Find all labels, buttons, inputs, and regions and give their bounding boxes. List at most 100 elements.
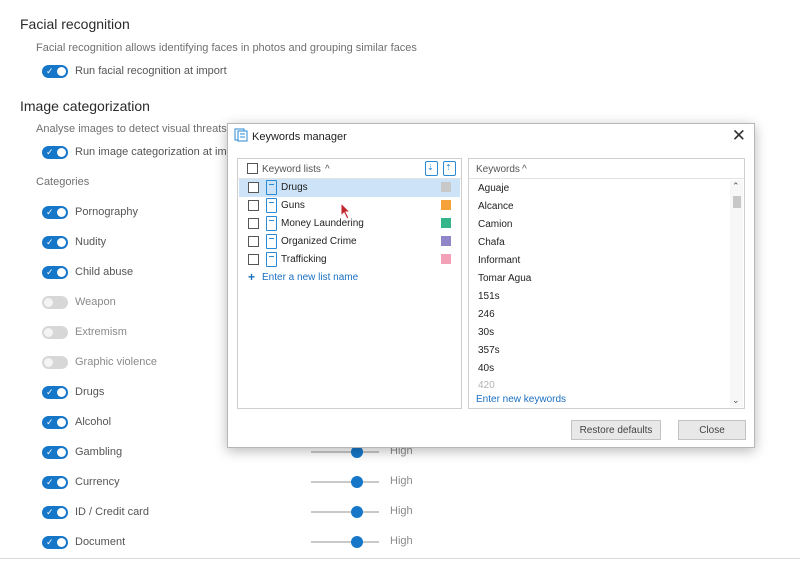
document-icon bbox=[266, 234, 277, 249]
sort-ascending-icon[interactable]: ^ bbox=[325, 164, 330, 175]
new-keywords-input[interactable]: Enter new keywords bbox=[476, 394, 566, 405]
category-toggle-nudity[interactable]: ✓ bbox=[42, 235, 68, 249]
keyword-item[interactable]: 40s bbox=[478, 363, 494, 374]
sort-ascending-icon[interactable]: ^ bbox=[522, 164, 527, 175]
keyword-list-item[interactable]: Trafficking bbox=[239, 251, 460, 269]
category-row-document: ✓ Document bbox=[42, 533, 125, 551]
sensitivity-slider-id-credit-card[interactable] bbox=[311, 506, 379, 518]
list-color-swatch[interactable] bbox=[441, 236, 451, 246]
category-toggle-child-abuse[interactable]: ✓ bbox=[42, 265, 68, 279]
facial-recognition-label: Run facial recognition at import bbox=[75, 65, 227, 77]
close-button[interactable]: Close bbox=[678, 420, 746, 440]
keyword-item[interactable]: Informant bbox=[478, 255, 520, 266]
image-categorization-toggle[interactable]: ✓ bbox=[42, 145, 68, 159]
category-label: Gambling bbox=[75, 446, 123, 458]
list-name: Guns bbox=[281, 200, 305, 211]
sensitivity-slider-currency[interactable] bbox=[311, 476, 379, 488]
category-label: Weapon bbox=[75, 296, 116, 308]
category-toggle-graphic-violence[interactable] bbox=[42, 355, 68, 369]
list-checkbox[interactable] bbox=[248, 236, 259, 247]
category-toggle-document[interactable]: ✓ bbox=[42, 535, 68, 549]
add-list-plus-icon[interactable]: + bbox=[248, 270, 255, 284]
list-checkbox[interactable] bbox=[248, 182, 259, 193]
image-categorization-label: Run image categorization at imp bbox=[75, 146, 233, 158]
category-toggle-gambling[interactable]: ✓ bbox=[42, 445, 68, 459]
category-label: Alcohol bbox=[75, 416, 112, 428]
restore-defaults-button[interactable]: Restore defaults bbox=[571, 420, 661, 440]
category-label: Child abuse bbox=[75, 266, 134, 278]
keyword-item[interactable]: Aguaje bbox=[478, 183, 509, 194]
keyword-item[interactable]: 246 bbox=[478, 309, 495, 320]
keyword-item[interactable]: Chafa bbox=[478, 237, 505, 248]
keywords-manager-dialog: Keywords manager ✕ Keyword lists ^ ⇣ ⇡ D… bbox=[227, 123, 755, 448]
slider-thumb[interactable] bbox=[351, 506, 363, 518]
keywords-header-label[interactable]: Keywords bbox=[476, 164, 520, 175]
slider-thumb[interactable] bbox=[351, 476, 363, 488]
sensitivity-label: High bbox=[390, 505, 413, 517]
list-color-swatch[interactable] bbox=[441, 200, 451, 210]
category-toggle-drugs[interactable]: ✓ bbox=[42, 385, 68, 399]
document-icon bbox=[266, 198, 277, 213]
facial-recognition-toggle[interactable]: ✓ bbox=[42, 64, 68, 78]
image-categorization-row: ✓ Run image categorization at imp bbox=[42, 143, 233, 161]
category-toggle-pornography[interactable]: ✓ bbox=[42, 205, 68, 219]
list-name: Drugs bbox=[281, 182, 308, 193]
keyword-item[interactable]: Camion bbox=[478, 219, 512, 230]
category-row-id-credit-card: ✓ ID / Credit card bbox=[42, 503, 149, 521]
export-list-icon[interactable]: ⇣ bbox=[425, 161, 438, 176]
scroll-up-icon[interactable]: ⌃ bbox=[732, 181, 740, 192]
document-icon bbox=[266, 252, 277, 267]
slider-thumb[interactable] bbox=[351, 536, 363, 548]
category-toggle-weapon[interactable] bbox=[42, 295, 68, 309]
category-toggle-id-credit-card[interactable]: ✓ bbox=[42, 505, 68, 519]
keyword-item[interactable]: 151s bbox=[478, 291, 500, 302]
keyword-item[interactable]: 357s bbox=[478, 345, 500, 356]
list-color-swatch[interactable] bbox=[441, 254, 451, 264]
category-row-nudity: ✓ Nudity bbox=[42, 233, 106, 251]
list-color-swatch[interactable] bbox=[441, 218, 451, 228]
mouse-cursor-icon bbox=[340, 202, 352, 220]
scroll-down-icon[interactable]: ⌄ bbox=[732, 395, 740, 406]
keyword-lists-header-label[interactable]: Keyword lists bbox=[262, 164, 321, 175]
sensitivity-slider-document[interactable] bbox=[311, 536, 379, 548]
document-icon bbox=[266, 216, 277, 231]
list-color-swatch[interactable] bbox=[441, 182, 451, 192]
keyword-list-item[interactable]: Drugs bbox=[239, 179, 460, 197]
category-label: Drugs bbox=[75, 386, 105, 398]
import-list-icon[interactable]: ⇡ bbox=[443, 161, 456, 176]
category-label: Pornography bbox=[75, 206, 138, 218]
sensitivity-slider-gambling[interactable] bbox=[311, 446, 379, 458]
keyword-item[interactable]: Tomar Agua bbox=[478, 273, 531, 284]
category-row-alcohol: ✓ Alcohol bbox=[42, 413, 111, 431]
category-toggle-currency[interactable]: ✓ bbox=[42, 475, 68, 489]
category-row-weapon: Weapon bbox=[42, 293, 116, 311]
image-categorization-description: Analyse images to detect visual threats bbox=[36, 123, 227, 135]
list-name: Trafficking bbox=[281, 254, 327, 265]
dialog-title: Keywords manager bbox=[252, 131, 347, 143]
keywords-header: Keywords ^ bbox=[469, 159, 744, 179]
facial-recognition-title: Facial recognition bbox=[20, 16, 130, 32]
sensitivity-label: High bbox=[390, 475, 413, 487]
category-row-extremism: Extremism bbox=[42, 323, 127, 341]
category-row-gambling: ✓ Gambling bbox=[42, 443, 122, 461]
list-checkbox[interactable] bbox=[248, 218, 259, 229]
category-label: Currency bbox=[75, 476, 120, 488]
keyword-list-item[interactable]: Organized Crime bbox=[239, 233, 460, 251]
category-row-child-abuse: ✓ Child abuse bbox=[42, 263, 133, 281]
select-all-lists-checkbox[interactable] bbox=[247, 163, 258, 174]
category-toggle-alcohol[interactable]: ✓ bbox=[42, 415, 68, 429]
category-label: Nudity bbox=[75, 236, 107, 248]
category-label: ID / Credit card bbox=[75, 506, 149, 518]
keywords-scrollbar[interactable]: ⌃ ⌄ bbox=[730, 180, 743, 407]
close-icon[interactable]: ✕ bbox=[732, 126, 746, 146]
new-list-name-input[interactable]: Enter a new list name bbox=[262, 272, 358, 283]
keyword-item[interactable]: Alcance bbox=[478, 201, 514, 212]
facial-recognition-row: ✓ Run facial recognition at import bbox=[42, 62, 227, 80]
category-toggle-extremism[interactable] bbox=[42, 325, 68, 339]
keyword-lists-panel: Keyword lists ^ ⇣ ⇡ Drugs Guns Money Lau… bbox=[237, 158, 462, 409]
keyword-item[interactable]: 30s bbox=[478, 327, 494, 338]
scrollbar-thumb[interactable] bbox=[733, 196, 741, 208]
list-checkbox[interactable] bbox=[248, 200, 259, 211]
list-checkbox[interactable] bbox=[248, 254, 259, 265]
keyword-item[interactable]: 420 bbox=[478, 380, 495, 391]
